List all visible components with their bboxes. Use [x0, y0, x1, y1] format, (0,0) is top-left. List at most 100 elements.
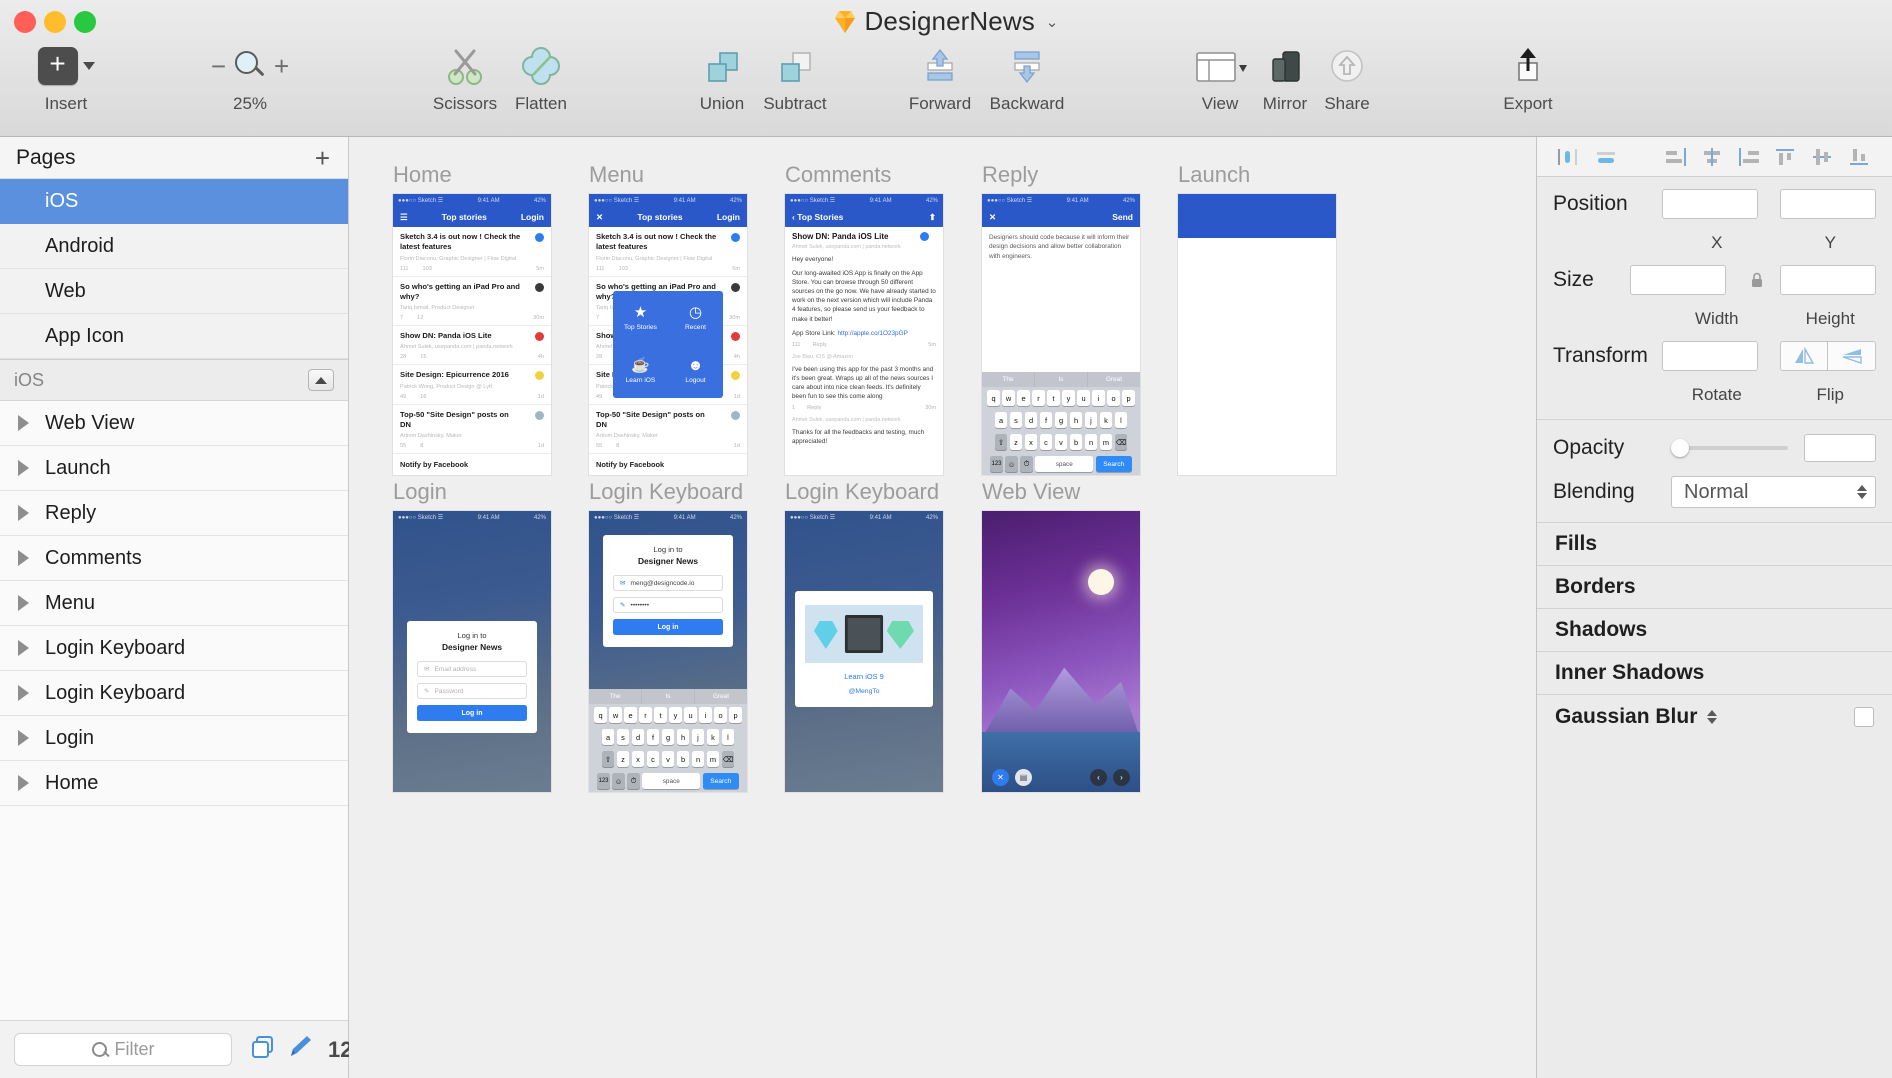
- story-item[interactable]: Top-50 "Site Design" posts on DN Artiom …: [393, 405, 551, 455]
- artboard-canvas[interactable]: ●●●○○ Sketch ☰ 9:41 AM 42% Log in to Des…: [393, 511, 551, 792]
- key[interactable]: n: [1085, 434, 1098, 450]
- layer-item-login[interactable]: Login: [0, 716, 348, 761]
- disclosure-triangle-icon[interactable]: [18, 595, 29, 611]
- key[interactable]: z: [1010, 434, 1023, 450]
- search-key[interactable]: Search: [1096, 456, 1132, 472]
- story-item[interactable]: Show DN: Panda iOS Lite Ahmet Sulek, use…: [393, 326, 551, 365]
- toolbar-insert-group[interactable]: + Insert: [12, 40, 120, 114]
- disclosure-triangle-icon[interactable]: [18, 505, 29, 521]
- page-item-app-icon[interactable]: App Icon: [0, 314, 348, 359]
- key[interactable]: m: [707, 751, 720, 767]
- key[interactable]: d: [632, 729, 645, 745]
- artboard-canvas[interactable]: ●●●○○ Sketch ☰ 9:41 AM 42% ‹ Top Stories…: [785, 194, 943, 475]
- width-input[interactable]: [1630, 265, 1726, 295]
- gaussian-blur-section[interactable]: Gaussian Blur: [1537, 695, 1892, 738]
- numbers-key[interactable]: 123: [990, 456, 1003, 472]
- disclosure-triangle-icon[interactable]: [18, 460, 29, 476]
- key[interactable]: l: [722, 729, 735, 745]
- zoom-out-button[interactable]: −: [211, 56, 226, 76]
- reply-textarea[interactable]: Designers should code because it will in…: [982, 227, 1140, 267]
- key[interactable]: g: [662, 729, 675, 745]
- key[interactable]: c: [1040, 434, 1053, 450]
- align-horizontal-center-icon[interactable]: [1588, 141, 1625, 173]
- story-item[interactable]: Top-50 "Site Design" posts on DN Artiom …: [589, 405, 747, 455]
- close-icon[interactable]: ✕: [989, 212, 996, 223]
- key[interactable]: x: [1025, 434, 1038, 450]
- key[interactable]: g: [1055, 412, 1068, 428]
- inner-shadows-section[interactable]: Inner Shadows: [1537, 652, 1892, 695]
- key[interactable]: y: [1062, 390, 1075, 406]
- password-field[interactable]: ✎ ••••••••: [613, 597, 723, 613]
- key[interactable]: l: [1115, 412, 1128, 428]
- artboard-title[interactable]: Comments: [785, 162, 943, 188]
- menu-item-logout[interactable]: ☻ Logout: [668, 345, 723, 399]
- key[interactable]: w: [1002, 390, 1015, 406]
- chevron-left-icon[interactable]: ‹: [1090, 769, 1107, 786]
- chevron-right-icon[interactable]: ›: [1113, 769, 1130, 786]
- key[interactable]: f: [647, 729, 660, 745]
- toolbar-flatten-button[interactable]: Flatten: [491, 40, 591, 132]
- artboard-login-keyboard-2[interactable]: Login Keyboard ●●●○○ Sketch ☰ 9:41 AM 42…: [785, 479, 943, 792]
- blending-select[interactable]: Normal: [1671, 476, 1876, 508]
- back-button[interactable]: ‹ Top Stories: [792, 212, 843, 222]
- key[interactable]: v: [662, 751, 675, 767]
- flip-vertical-icon[interactable]: [1828, 341, 1876, 371]
- story-item[interactable]: So who's getting an iPad Pro and why? Ta…: [393, 277, 551, 327]
- opacity-slider[interactable]: [1671, 446, 1788, 450]
- suggestion-item[interactable]: Great: [1088, 372, 1140, 387]
- reply-button[interactable]: Reply: [807, 405, 821, 411]
- key[interactable]: e: [624, 707, 637, 723]
- insert-chevron-down-icon[interactable]: [83, 62, 95, 70]
- app-store-link[interactable]: http://apple.co/1O23pGP: [837, 330, 907, 337]
- page-item-android[interactable]: Android: [0, 224, 348, 269]
- key[interactable]: y: [669, 707, 682, 723]
- key[interactable]: f: [1040, 412, 1053, 428]
- suggestion-item[interactable]: The: [589, 689, 642, 704]
- key[interactable]: q: [987, 390, 1000, 406]
- artboard-title[interactable]: Login Keyboard: [785, 479, 943, 505]
- layer-item-comments[interactable]: Comments: [0, 536, 348, 581]
- layer-item-web-view[interactable]: Web View: [0, 401, 348, 446]
- toolbar-forward-button[interactable]: Forward: [890, 40, 990, 132]
- key[interactable]: n: [692, 751, 705, 767]
- disclosure-triangle-icon[interactable]: [18, 415, 29, 431]
- login-link[interactable]: Login: [717, 212, 740, 222]
- position-x-input[interactable]: [1662, 189, 1758, 219]
- key[interactable]: t: [1047, 390, 1060, 406]
- keyboard[interactable]: The Is Great q w e r t y u i: [589, 689, 747, 792]
- artboard-canvas[interactable]: [1178, 194, 1336, 475]
- email-field[interactable]: ✉ Email address: [417, 661, 527, 677]
- key[interactable]: x: [632, 751, 645, 767]
- artboard-title[interactable]: Home: [393, 162, 551, 188]
- align-top-icon[interactable]: [1768, 141, 1805, 173]
- emoji-key-icon[interactable]: ☺: [1005, 456, 1018, 472]
- menu-overlay[interactable]: ★ Top Stories ◷ Recent ☕ Learn iOS ☻: [613, 291, 723, 398]
- backspace-key-icon[interactable]: ⌫: [722, 751, 735, 767]
- artboard-web-view[interactable]: Web View ✕ ▤ ‹ ›: [982, 479, 1140, 792]
- artboard-login[interactable]: Login ●●●○○ Sketch ☰ 9:41 AM 42% Log in …: [393, 479, 551, 792]
- artboard-title[interactable]: Launch: [1178, 162, 1336, 188]
- numbers-key[interactable]: 123: [597, 773, 610, 789]
- artboard-menu[interactable]: Menu ●●●○○ Sketch ☰ 9:41 AM 42% ✕ Top st…: [589, 162, 747, 475]
- shift-key-icon[interactable]: ⇧: [602, 751, 615, 767]
- key[interactable]: u: [684, 707, 697, 723]
- key[interactable]: o: [714, 707, 727, 723]
- duplicate-layers-icon[interactable]: [250, 1034, 276, 1065]
- login-button[interactable]: Log in: [613, 619, 723, 635]
- disclosure-triangle-icon[interactable]: [18, 775, 29, 791]
- key[interactable]: w: [609, 707, 622, 723]
- layer-item-login-keyboard-1[interactable]: Login Keyboard: [0, 626, 348, 671]
- document-menu-chevron-icon[interactable]: ⌄: [1046, 13, 1059, 31]
- learn-ios-card[interactable]: Learn iOS 9 @MengTo: [795, 591, 933, 707]
- artboard-login-keyboard-1[interactable]: Login Keyboard ●●●○○ Sketch ☰ 9:41 AM 42…: [589, 479, 747, 792]
- page-item-web[interactable]: Web: [0, 269, 348, 314]
- position-y-input[interactable]: [1780, 189, 1876, 219]
- email-field[interactable]: ✉ meng@designcode.io: [613, 575, 723, 591]
- artboard-reply[interactable]: Reply ●●●○○ Sketch ☰ 9:41 AM 42% ✕ Send …: [982, 162, 1140, 475]
- align-right-icon[interactable]: [1657, 141, 1694, 173]
- artboard-title[interactable]: Reply: [982, 162, 1140, 188]
- key[interactable]: p: [1122, 390, 1135, 406]
- artboard-canvas[interactable]: ✕ ▤ ‹ ›: [982, 511, 1140, 792]
- suggestion-item[interactable]: Is: [642, 689, 695, 704]
- key[interactable]: h: [1070, 412, 1083, 428]
